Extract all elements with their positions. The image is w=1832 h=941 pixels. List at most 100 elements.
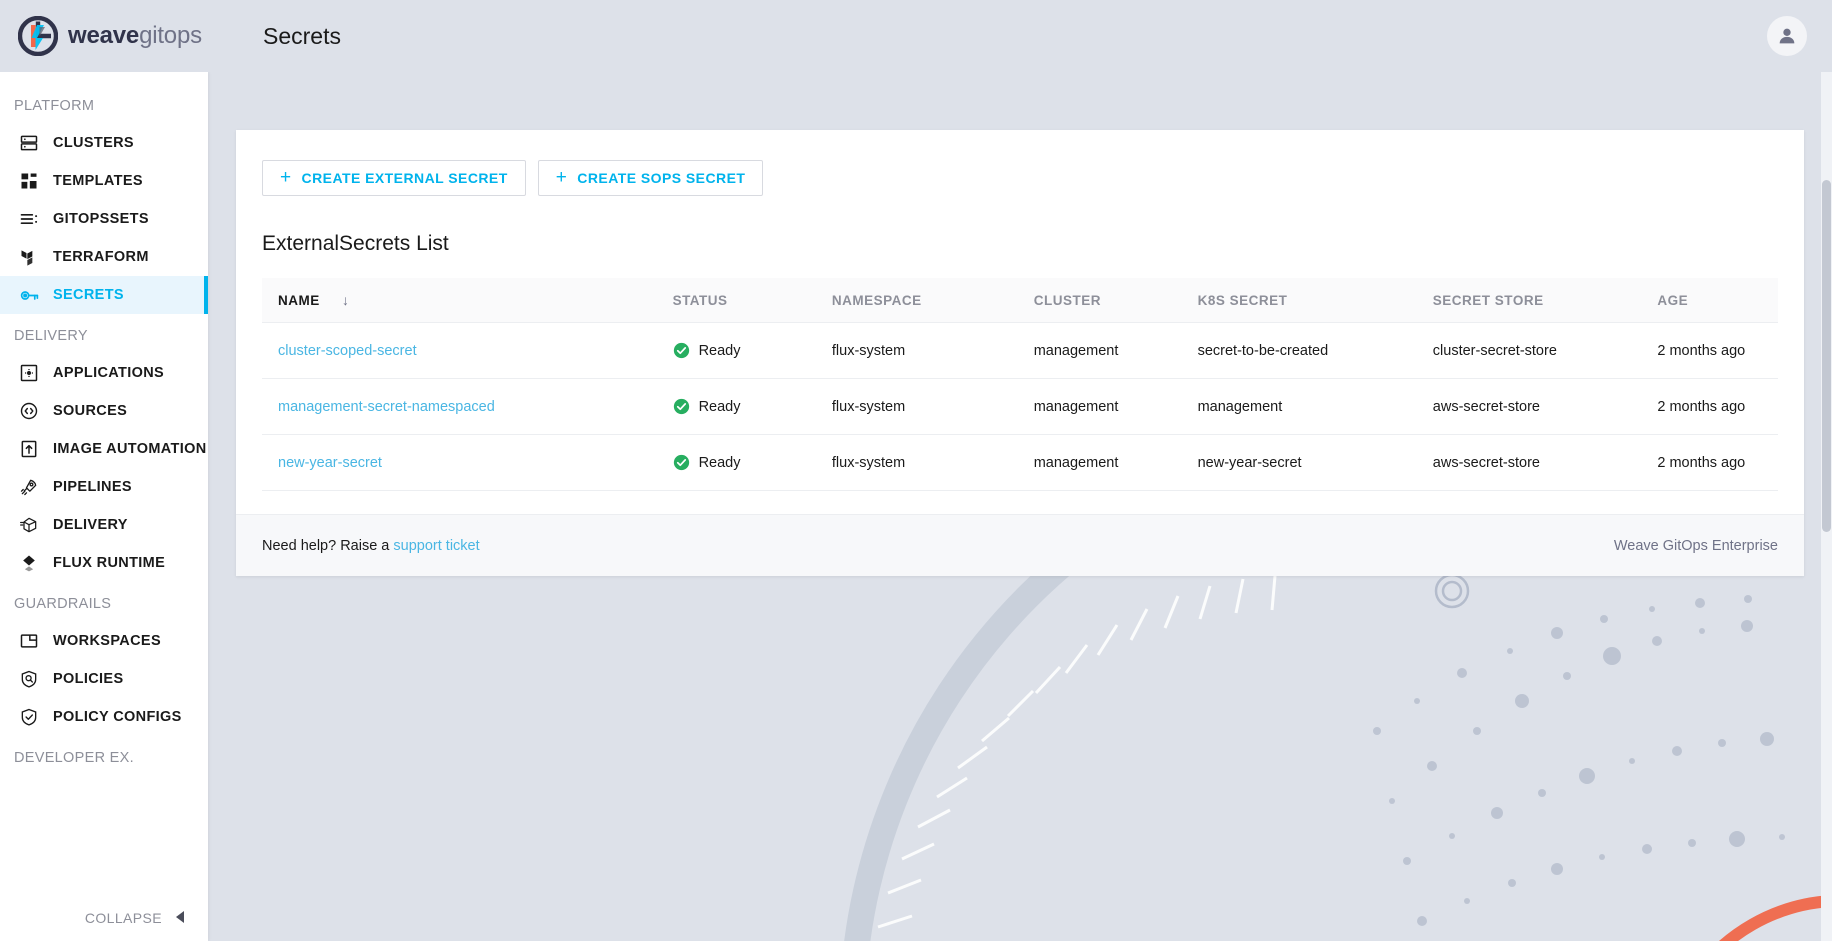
support-ticket-link[interactable]: support ticket — [393, 538, 479, 554]
secret-link[interactable]: cluster-scoped-secret — [278, 343, 417, 359]
cell-cluster: management — [1017, 322, 1182, 379]
brand-name-bold: weave — [68, 22, 140, 49]
user-avatar-icon — [1779, 28, 1795, 44]
status-text: Ready — [698, 342, 741, 359]
table-header-row: NAME ↓ STATUS NAMESPACE CLUSTER K8S SECR… — [262, 278, 1778, 323]
column-header-name[interactable]: NAME ↓ — [262, 278, 657, 323]
sidebar-item-label: APPLICATIONS — [53, 365, 165, 381]
sidebar: PLATFORM CLUSTERS TEMPLATES GITOPSSETS T… — [0, 72, 208, 941]
page-title: Secrets — [263, 22, 341, 49]
help-text: Need help? Raise a support ticket — [262, 538, 480, 554]
rocket-icon — [18, 476, 40, 498]
sidebar-item-applications[interactable]: APPLICATIONS — [0, 354, 208, 392]
column-header-namespace[interactable]: NAMESPACE — [815, 278, 1018, 323]
external-secrets-table: NAME ↓ STATUS NAMESPACE CLUSTER K8S SECR… — [262, 278, 1778, 491]
sidebar-item-policies[interactable]: POLICIES — [0, 660, 208, 698]
create-external-secret-button[interactable]: + CREATE EXTERNAL SECRET — [262, 160, 526, 196]
success-check-icon — [673, 342, 689, 359]
app-root: weavegitops Secrets PLATFORM CLUSTERS TE… — [0, 0, 1832, 941]
cell-age: 2 months ago — [1641, 434, 1778, 491]
cell-k8s-secret: new-year-secret — [1181, 434, 1417, 491]
main-content: + CREATE EXTERNAL SECRET + CREATE SOPS S… — [208, 72, 1832, 941]
sidebar-item-label: IMAGE AUTOMATION — [53, 441, 207, 457]
arrow-down-icon: ↓ — [342, 292, 350, 308]
column-header-k8s-secret[interactable]: K8S SECRET — [1181, 278, 1417, 323]
action-button-row: + CREATE EXTERNAL SECRET + CREATE SOPS S… — [262, 160, 1778, 196]
gitopssets-icon — [18, 208, 40, 230]
sidebar-item-label: SOURCES — [53, 403, 128, 419]
create-sops-secret-button[interactable]: + CREATE SOPS SECRET — [537, 160, 764, 196]
top-bar: weavegitops Secrets — [0, 0, 1832, 72]
cell-secret-store: cluster-secret-store — [1416, 322, 1642, 379]
column-header-cluster[interactable]: CLUSTER — [1017, 278, 1182, 323]
sidebar-item-templates[interactable]: TEMPLATES — [0, 162, 208, 200]
flux-runtime-icon — [18, 552, 40, 574]
table-row: new-year-secret Ready flux-system manage… — [262, 434, 1778, 491]
image-automation-icon — [18, 438, 40, 460]
sidebar-item-image-automation[interactable]: IMAGE AUTOMATION — [0, 430, 208, 468]
cell-age: 2 months ago — [1641, 322, 1778, 379]
sidebar-item-gitopssets[interactable]: GITOPSSETS — [0, 200, 208, 238]
sidebar-item-label: TERRAFORM — [53, 249, 149, 265]
sidebar-collapse-label: COLLAPSE — [84, 910, 162, 926]
sidebar-item-label: DELIVERY — [53, 517, 128, 533]
table-header: NAME ↓ STATUS NAMESPACE CLUSTER K8S SECR… — [262, 278, 1778, 323]
sidebar-item-label: PIPELINES — [53, 479, 132, 495]
cell-name: cluster-scoped-secret — [262, 322, 657, 379]
plus-icon: + — [555, 166, 568, 188]
cell-secret-store: aws-secret-store — [1416, 378, 1642, 435]
column-label: NAME — [278, 293, 320, 308]
sidebar-item-secrets[interactable]: SECRETS — [0, 276, 208, 314]
sidebar-item-label: GITOPSSETS — [53, 211, 149, 227]
sidebar-item-policy-configs[interactable]: POLICY CONFIGS — [0, 698, 208, 736]
cell-namespace: flux-system — [815, 322, 1018, 379]
table-row: management-secret-namespaced Ready flux-… — [262, 378, 1778, 435]
sidebar-item-label: TEMPLATES — [53, 173, 143, 189]
column-header-age[interactable]: AGE — [1641, 278, 1778, 323]
policy-configs-shield-check-icon — [18, 706, 40, 728]
product-name: Weave GitOps Enterprise — [1613, 537, 1778, 554]
column-header-status[interactable]: STATUS — [656, 278, 816, 323]
status-text: Ready — [698, 454, 741, 471]
sidebar-item-pipelines[interactable]: PIPELINES — [0, 468, 208, 506]
cell-cluster: management — [1017, 434, 1182, 491]
sidebar-item-label: FLUX RUNTIME — [53, 555, 166, 571]
scrollbar-thumb[interactable] — [1822, 180, 1831, 532]
cell-name: management-secret-namespaced — [262, 378, 657, 435]
cell-k8s-secret: secret-to-be-created — [1181, 322, 1417, 379]
sidebar-item-clusters[interactable]: CLUSTERS — [0, 124, 208, 162]
secret-link[interactable]: new-year-secret — [278, 455, 382, 471]
cell-namespace: flux-system — [815, 434, 1018, 491]
sidebar-nav: PLATFORM CLUSTERS TEMPLATES GITOPSSETS T… — [0, 72, 208, 895]
sidebar-item-label: POLICIES — [53, 671, 124, 687]
sidebar-section-platform: PLATFORM — [14, 98, 95, 114]
delivery-box-icon — [18, 514, 40, 536]
terraform-icon — [18, 246, 40, 268]
sidebar-item-label: CLUSTERS — [53, 135, 134, 151]
brand-name-light: gitops — [139, 22, 202, 49]
avatar-wrapper[interactable] — [1767, 16, 1807, 56]
key-icon — [18, 284, 40, 306]
sidebar-collapse-button[interactable]: COLLAPSE — [0, 895, 208, 941]
sidebar-item-workspaces[interactable]: WORKSPACES — [0, 622, 208, 660]
table-row: cluster-scoped-secret Ready flux-system … — [262, 322, 1778, 379]
success-check-icon — [673, 398, 689, 415]
chevron-left-icon — [174, 910, 186, 927]
secret-link[interactable]: management-secret-namespaced — [278, 399, 495, 415]
sidebar-item-flux-runtime[interactable]: FLUX RUNTIME — [0, 544, 208, 582]
sidebar-item-sources[interactable]: SOURCES — [0, 392, 208, 430]
button-label: CREATE EXTERNAL SECRET — [301, 170, 508, 186]
column-header-secret-store[interactable]: SECRET STORE — [1416, 278, 1642, 323]
clusters-icon — [18, 132, 40, 154]
avatar[interactable] — [1767, 16, 1807, 56]
templates-icon — [18, 170, 40, 192]
cell-name: new-year-secret — [262, 434, 657, 491]
cell-age: 2 months ago — [1641, 378, 1778, 435]
page-scrollbar[interactable] — [1821, 72, 1832, 941]
cell-namespace: flux-system — [815, 378, 1018, 435]
brand-logo[interactable]: weavegitops — [0, 15, 243, 57]
plus-icon: + — [280, 166, 292, 188]
sidebar-section-developer-ex: DEVELOPER EX. — [14, 750, 134, 766]
sidebar-item-delivery[interactable]: DELIVERY — [0, 506, 208, 544]
sidebar-item-terraform[interactable]: TERRAFORM — [0, 238, 208, 276]
